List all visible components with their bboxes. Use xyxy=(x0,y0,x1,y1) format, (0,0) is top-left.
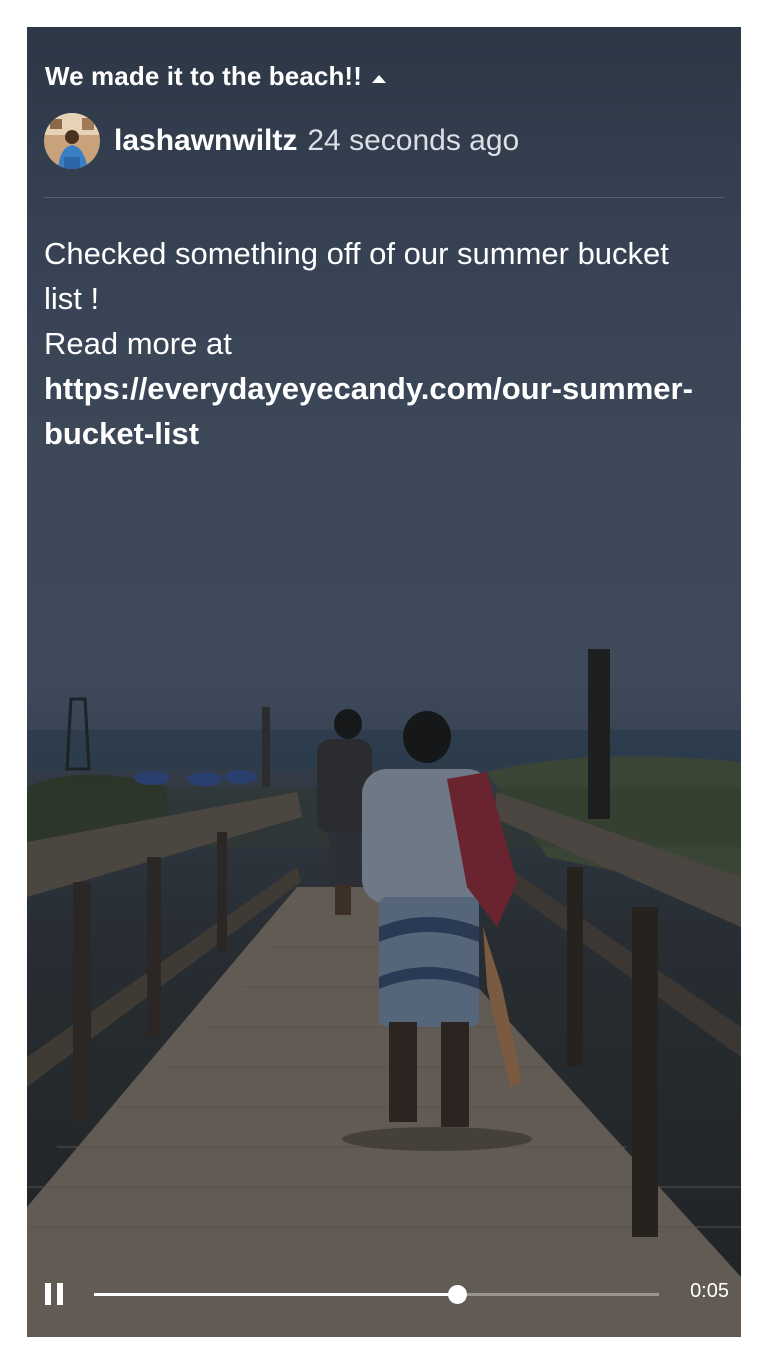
caption-read-more-prefix: Read more at xyxy=(44,326,232,361)
author-row: lashawnwiltz 24 seconds ago xyxy=(44,113,519,169)
video-frame[interactable] xyxy=(27,27,741,1337)
post-caption: Checked something off of our summer buck… xyxy=(44,231,704,456)
seek-bar-progress xyxy=(94,1293,458,1296)
video-controls: 0:05 xyxy=(27,1257,741,1337)
caret-up-icon[interactable] xyxy=(371,74,386,83)
avatar[interactable] xyxy=(44,113,100,169)
post-timestamp: 24 seconds ago xyxy=(307,124,520,157)
caption-text: Checked something off of our summer buck… xyxy=(44,236,669,316)
caption-link[interactable]: https://everydayeyecandy.com/our-summer-… xyxy=(44,371,693,451)
post-title-row[interactable]: We made it to the beach!! xyxy=(45,61,386,92)
caption-read-more: Read more at https://everydayeyecandy.co… xyxy=(44,321,704,456)
elapsed-time: 0:05 xyxy=(690,1280,729,1302)
seek-bar-thumb[interactable] xyxy=(448,1285,468,1304)
pause-icon[interactable] xyxy=(45,1283,65,1305)
seek-bar[interactable] xyxy=(94,1285,659,1304)
story-viewer[interactable]: We made it to the beach!! lashawnwiltz 2… xyxy=(27,27,741,1337)
post-title: We made it to the beach!! xyxy=(45,61,362,91)
divider xyxy=(44,197,724,198)
author-username[interactable]: lashawnwiltz xyxy=(114,124,297,158)
